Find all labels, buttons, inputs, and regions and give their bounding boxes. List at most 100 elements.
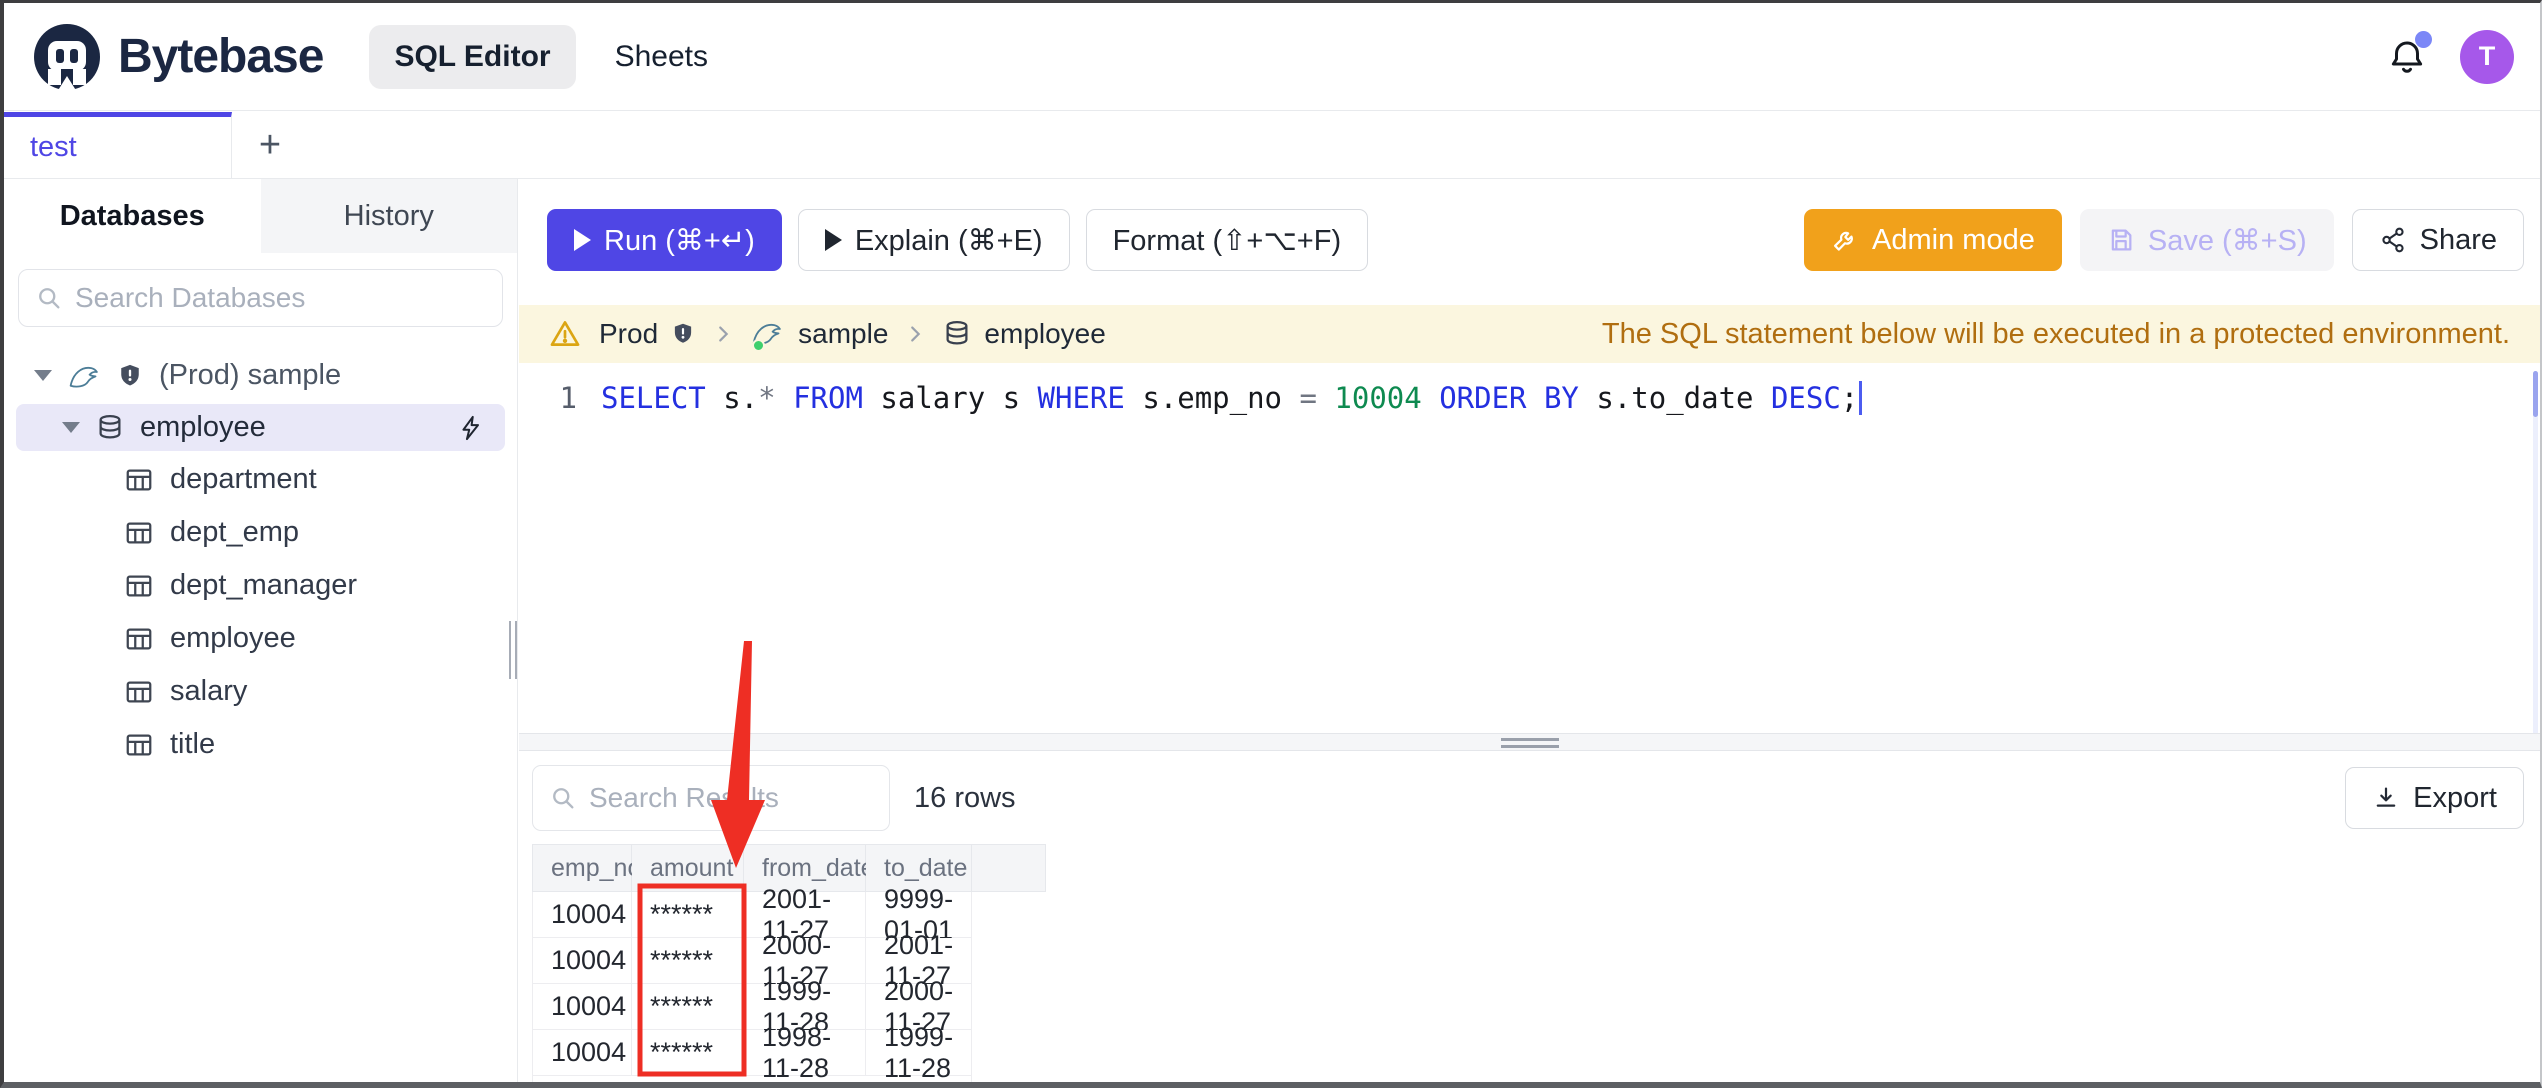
notifications-bell-icon[interactable] xyxy=(2386,30,2432,79)
new-worksheet-button[interactable]: + xyxy=(232,112,308,178)
cell-emp_no[interactable]: 10004 xyxy=(532,892,632,938)
search-icon xyxy=(553,788,574,809)
export-button[interactable]: Export xyxy=(2345,767,2524,829)
sql-token-plain: salary s xyxy=(862,381,1038,415)
shield-icon xyxy=(121,364,139,385)
sql-token-keyword: BY xyxy=(1543,381,1579,415)
play-icon xyxy=(824,229,842,251)
breadcrumb-instance[interactable]: sample xyxy=(750,318,888,352)
cell-amount[interactable]: ****** xyxy=(632,938,744,984)
cell-to_date[interactable]: 1999-11-28 xyxy=(866,1022,972,1082)
share-button[interactable]: Share xyxy=(2351,209,2524,271)
column-header-amount[interactable]: amount xyxy=(632,844,744,892)
cell-amount[interactable]: ****** xyxy=(632,892,744,938)
nav-sql-editor[interactable]: SQL Editor xyxy=(369,24,576,89)
sidebar: Databases History (Prod) sample xyxy=(4,179,518,1082)
sql-token-plain: s. xyxy=(705,381,759,415)
cell-emp_no[interactable]: 10004 xyxy=(532,984,632,1030)
sql-token-keyword: FROM xyxy=(793,381,863,415)
tree-item-instance[interactable]: (Prod) sample xyxy=(4,349,517,402)
search-results-input[interactable] xyxy=(589,782,873,814)
panel-divider[interactable] xyxy=(519,733,2540,751)
table-icon xyxy=(126,575,152,596)
warning-triangle-icon xyxy=(550,321,580,346)
database-search[interactable] xyxy=(18,269,503,327)
editor-pane: Run (⌘+↵) Explain (⌘+E) Format (⇧+⌥+F) A… xyxy=(519,179,2540,1082)
worksheet-tab-test[interactable]: test xyxy=(4,112,232,178)
results-search[interactable] xyxy=(532,765,890,831)
cell-amount[interactable]: ****** xyxy=(632,984,744,1030)
sidebar-resize-handle[interactable] xyxy=(509,621,519,679)
worksheet-tab-label: test xyxy=(30,131,77,163)
connection-status-dot xyxy=(752,339,766,352)
sql-token-number: 10004 xyxy=(1334,381,1422,415)
breadcrumb: Prod sample employee xyxy=(547,317,1106,352)
tree-item-label: employee xyxy=(140,411,266,443)
top-bar: Bytebase SQL Editor Sheets T xyxy=(4,3,2540,111)
table-icon xyxy=(126,469,152,490)
breadcrumb-environment[interactable]: Prod xyxy=(599,318,696,350)
cell-emp_no[interactable]: 10004 xyxy=(532,938,632,984)
sql-token-plain: ; xyxy=(1840,381,1859,415)
tree-item-label: (Prod) sample xyxy=(159,359,342,391)
brand-name: Bytebase xyxy=(118,30,324,83)
admin-mode-button[interactable]: Admin mode xyxy=(1804,209,2062,271)
tree-item-label: salary xyxy=(170,675,248,707)
text-cursor xyxy=(1859,381,1863,415)
tree-item-table-employee[interactable]: employee xyxy=(4,612,517,665)
database-icon xyxy=(946,321,968,345)
shield-icon xyxy=(675,323,692,343)
sql-token-plain xyxy=(776,381,793,415)
database-tree: (Prod) sample employee department dept_em… xyxy=(4,339,517,771)
lightning-icon[interactable] xyxy=(457,413,485,443)
tree-item-label: department xyxy=(170,463,317,495)
line-number: 1 xyxy=(559,381,577,415)
sql-token-operator: = xyxy=(1299,381,1317,415)
tree-item-database-employee[interactable]: employee xyxy=(16,404,505,451)
sql-token-operator: * xyxy=(758,381,776,415)
bytebase-logo[interactable]: Bytebase xyxy=(34,23,324,92)
download-icon xyxy=(2376,787,2396,807)
search-icon xyxy=(39,288,60,309)
save-button[interactable]: Save (⌘+S) xyxy=(2079,209,2334,271)
results-toolbar: 16 rows Export xyxy=(532,765,2524,831)
format-button[interactable]: Format (⇧+⌥+F) xyxy=(1085,209,1369,271)
table-icon xyxy=(126,522,152,543)
divider-drag-handle[interactable] xyxy=(1500,738,1559,748)
table-icon xyxy=(126,628,152,649)
caret-down-icon[interactable] xyxy=(62,422,80,433)
cell-from_date[interactable]: 1998-11-28 xyxy=(744,1022,866,1082)
results-panel: 16 rows Export emp_noamountfrom_dateto_d… xyxy=(519,751,2540,1082)
sql-token-plain: s.to_date xyxy=(1578,381,1771,415)
user-avatar[interactable]: T xyxy=(2460,29,2514,84)
caret-down-icon[interactable] xyxy=(34,370,52,381)
bytebase-sql-editor-window: Bytebase SQL Editor Sheets T test + Data… xyxy=(0,0,2542,1088)
bytebase-logo-icon xyxy=(34,23,100,92)
column-header-filler xyxy=(972,844,1046,892)
cell-emp_no[interactable]: 10004 xyxy=(532,1030,632,1076)
breadcrumb-database[interactable]: employee xyxy=(942,318,1106,350)
worksheet-tab-bar: test + xyxy=(4,112,2540,179)
tree-item-table-salary[interactable]: salary xyxy=(4,665,517,718)
sql-token-keyword: ORDER xyxy=(1439,381,1527,415)
environment-banner: Prod sample employee The SQL statement b… xyxy=(519,305,2540,363)
run-button[interactable]: Run (⌘+↵) xyxy=(547,209,782,271)
search-databases-input[interactable] xyxy=(75,282,486,314)
tree-item-table-title[interactable]: title xyxy=(4,718,517,771)
table-row[interactable]: 10004 ****** 1998-11-28 1999-11-28 xyxy=(532,1022,1046,1082)
sql-line: 1 SELECT s.* FROM salary s WHERE s.emp_n… xyxy=(519,363,2540,417)
nav-sheets[interactable]: Sheets xyxy=(590,25,733,89)
sql-token-plain xyxy=(1527,381,1544,415)
sql-token-keyword: DESC xyxy=(1770,381,1841,415)
tab-databases[interactable]: Databases xyxy=(4,179,261,253)
tree-item-table-dept_manager[interactable]: dept_manager xyxy=(4,559,517,612)
cell-amount[interactable]: ****** xyxy=(632,1030,744,1076)
toolbar-right-group: Admin mode Save (⌘+S) Share xyxy=(1804,209,2524,271)
tree-item-table-department[interactable]: department xyxy=(4,453,517,506)
sql-statement: SELECT s.* FROM salary s WHERE s.emp_no … xyxy=(601,379,1858,417)
tree-item-table-dept_emp[interactable]: dept_emp xyxy=(4,506,517,559)
explain-button[interactable]: Explain (⌘+E) xyxy=(797,209,1070,271)
column-header-emp_no[interactable]: emp_no xyxy=(532,844,641,892)
wrench-icon xyxy=(1834,231,1853,251)
tab-history[interactable]: History xyxy=(261,179,518,253)
